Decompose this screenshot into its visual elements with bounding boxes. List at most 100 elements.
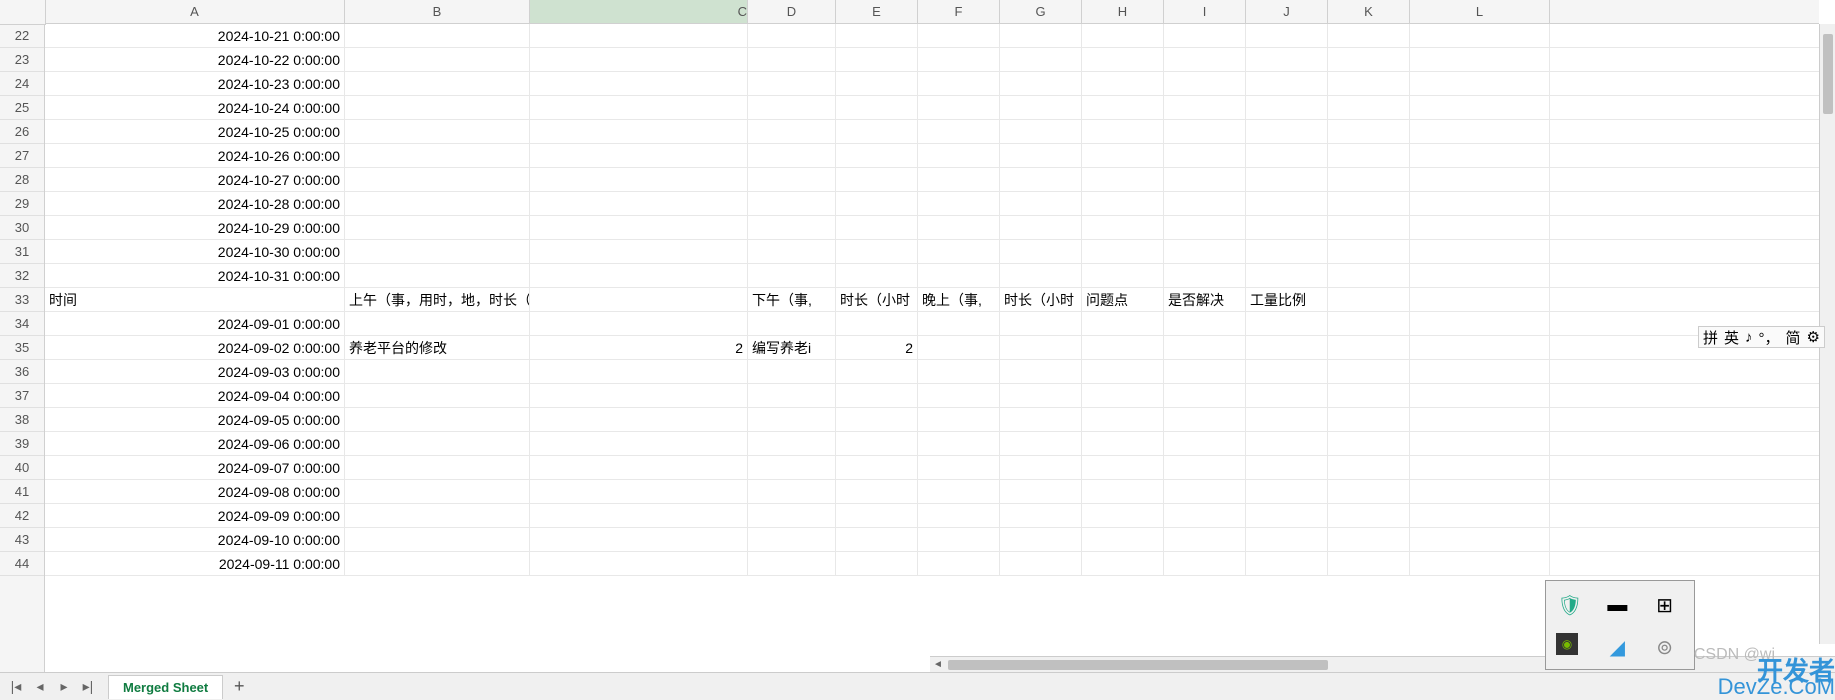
- cell[interactable]: [918, 528, 1000, 551]
- cell[interactable]: [1000, 96, 1082, 119]
- cell[interactable]: [530, 432, 748, 455]
- cell[interactable]: [1000, 216, 1082, 239]
- first-sheet-button[interactable]: |◂: [4, 676, 28, 698]
- cell[interactable]: [1410, 552, 1550, 575]
- cell[interactable]: [836, 144, 918, 167]
- cell[interactable]: [748, 72, 836, 95]
- cell[interactable]: [748, 312, 836, 335]
- cell[interactable]: [1328, 96, 1410, 119]
- cell[interactable]: [345, 360, 530, 383]
- cell[interactable]: [1410, 456, 1550, 479]
- cell[interactable]: [1246, 528, 1328, 551]
- cell[interactable]: [1000, 480, 1082, 503]
- cell[interactable]: [1410, 96, 1550, 119]
- cell[interactable]: [1410, 168, 1550, 191]
- cell[interactable]: [836, 456, 918, 479]
- cell[interactable]: [530, 360, 748, 383]
- column-header-B[interactable]: B: [345, 0, 530, 23]
- cell[interactable]: [530, 240, 748, 263]
- cell[interactable]: [1328, 552, 1410, 575]
- cell[interactable]: [1410, 240, 1550, 263]
- cell[interactable]: [748, 264, 836, 287]
- cell[interactable]: [1328, 384, 1410, 407]
- cell[interactable]: [1164, 72, 1246, 95]
- nvidia-icon[interactable]: ◉: [1556, 633, 1578, 655]
- row-header[interactable]: 30: [0, 216, 44, 240]
- cell[interactable]: [1410, 528, 1550, 551]
- cell[interactable]: [1328, 24, 1410, 47]
- cell[interactable]: 2024-09-10 0:00:00: [45, 528, 345, 551]
- cell[interactable]: [1410, 408, 1550, 431]
- cell[interactable]: [836, 528, 918, 551]
- cell[interactable]: [1246, 24, 1328, 47]
- cell[interactable]: [748, 48, 836, 71]
- cell[interactable]: [530, 48, 748, 71]
- cell[interactable]: [918, 432, 1000, 455]
- cell[interactable]: [1082, 432, 1164, 455]
- cell[interactable]: [1164, 216, 1246, 239]
- cell[interactable]: [1410, 192, 1550, 215]
- cell[interactable]: [1164, 504, 1246, 527]
- cell[interactable]: [530, 216, 748, 239]
- prev-sheet-button[interactable]: ◂: [28, 676, 52, 698]
- cell[interactable]: [748, 144, 836, 167]
- cell[interactable]: [1246, 384, 1328, 407]
- cell[interactable]: [1082, 120, 1164, 143]
- cell[interactable]: [1164, 192, 1246, 215]
- cell[interactable]: [1328, 264, 1410, 287]
- cell-grid[interactable]: 2024-10-21 0:00:002024-10-22 0:00:002024…: [45, 24, 1835, 672]
- cell[interactable]: [748, 120, 836, 143]
- cell[interactable]: 时间: [45, 288, 345, 311]
- cell[interactable]: [1328, 240, 1410, 263]
- cell[interactable]: [918, 192, 1000, 215]
- cell[interactable]: [345, 432, 530, 455]
- cell[interactable]: 2024-09-11 0:00:00: [45, 552, 345, 575]
- cell[interactable]: [1410, 144, 1550, 167]
- column-header-J[interactable]: J: [1246, 0, 1328, 23]
- cell[interactable]: [1000, 120, 1082, 143]
- cell[interactable]: [1246, 336, 1328, 359]
- cell[interactable]: [1164, 144, 1246, 167]
- cell[interactable]: [836, 216, 918, 239]
- cell[interactable]: [345, 168, 530, 191]
- cell[interactable]: [1246, 264, 1328, 287]
- cell[interactable]: [1410, 336, 1550, 359]
- cell[interactable]: 编写养老i: [748, 336, 836, 359]
- cell[interactable]: [748, 504, 836, 527]
- cell[interactable]: [530, 408, 748, 431]
- cell[interactable]: [1328, 288, 1410, 311]
- cell[interactable]: [530, 192, 748, 215]
- cell[interactable]: [1328, 72, 1410, 95]
- scroll-left-arrow[interactable]: ◄: [930, 657, 946, 673]
- cell[interactable]: [1000, 384, 1082, 407]
- cell[interactable]: [836, 552, 918, 575]
- cell[interactable]: [1000, 192, 1082, 215]
- cell[interactable]: [1000, 264, 1082, 287]
- ime-lang-toggle[interactable]: 英: [1724, 327, 1739, 348]
- cell[interactable]: [345, 144, 530, 167]
- ime-toolbar[interactable]: 拼 英 ♪ °， 简 ⚙: [1698, 326, 1825, 348]
- row-header[interactable]: 44: [0, 552, 44, 576]
- cell[interactable]: [918, 456, 1000, 479]
- row-header[interactable]: 40: [0, 456, 44, 480]
- cell[interactable]: [345, 72, 530, 95]
- cell[interactable]: [530, 480, 748, 503]
- cell[interactable]: [1410, 312, 1550, 335]
- cell[interactable]: [345, 24, 530, 47]
- cell[interactable]: [1082, 504, 1164, 527]
- cell[interactable]: [1328, 456, 1410, 479]
- cell[interactable]: [1410, 48, 1550, 71]
- row-header[interactable]: 22: [0, 24, 44, 48]
- cell[interactable]: [918, 504, 1000, 527]
- cell[interactable]: [1082, 336, 1164, 359]
- cell[interactable]: [748, 552, 836, 575]
- cell[interactable]: [1164, 168, 1246, 191]
- row-header[interactable]: 36: [0, 360, 44, 384]
- column-header-G[interactable]: G: [1000, 0, 1082, 23]
- cell[interactable]: [345, 216, 530, 239]
- cell[interactable]: [1000, 552, 1082, 575]
- cell[interactable]: [918, 216, 1000, 239]
- cell[interactable]: [748, 528, 836, 551]
- cell[interactable]: 2: [530, 336, 748, 359]
- cell[interactable]: [530, 504, 748, 527]
